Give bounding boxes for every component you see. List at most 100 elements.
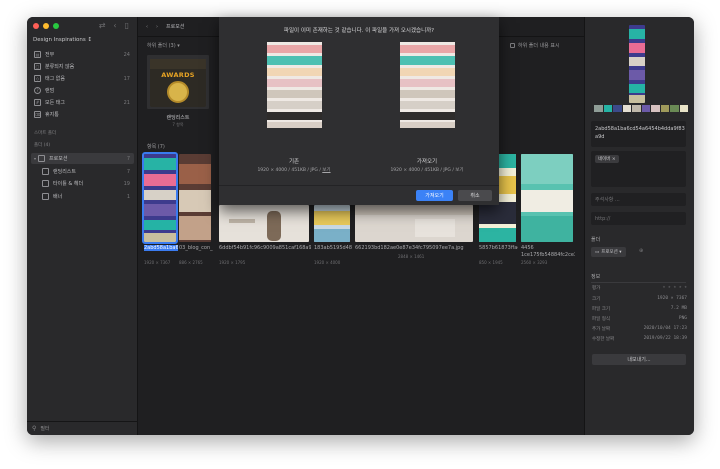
info-value: 1920 × 7367 <box>657 296 687 301</box>
notes-field[interactable]: 주석사항 ... <box>591 193 686 206</box>
palette-swatch[interactable] <box>670 105 679 112</box>
sidebar-item-all-tags[interactable]: # 모든 태그 21 <box>31 97 134 108</box>
info-row-rating: 평가 ★ ★ ★ ★ ★ <box>592 285 687 291</box>
info-value: PNG <box>678 316 687 321</box>
item-name-1[interactable]: 2abd58a1ba6cd5... <box>144 245 178 251</box>
folder-heading[interactable]: 폴더 (4) <box>34 142 50 148</box>
palette-swatch[interactable] <box>632 105 641 112</box>
sidebar: ⇄ ‹ ▯ Design Inspirations ↕ ▤ 전부 24 ▢ 분류… <box>27 17 138 435</box>
sidebar-tools: ⇄ ‹ ▯ <box>99 21 129 30</box>
import-file-preview[interactable] <box>400 42 455 128</box>
info-key: 추가 날짜 <box>592 327 610 332</box>
item-thumbnail-5[interactable] <box>355 205 473 242</box>
palette-swatch[interactable] <box>594 105 603 112</box>
sidebar-item-count: 17 <box>123 75 130 82</box>
sidebar-item-unsorted[interactable]: ▢ 분류되지 않음 <box>31 61 134 72</box>
item-name-6[interactable]: 5857b61873ffaea479ddd... <box>479 245 518 252</box>
breadcrumb[interactable]: 프로모션 <box>166 23 184 30</box>
chevron-down-icon[interactable]: ▾ <box>34 156 36 161</box>
inspector-preview[interactable] <box>629 25 645 103</box>
sidebar-item-label: 프로모션 <box>49 156 68 162</box>
smart-folder-heading[interactable]: 스마트 폴더 <box>34 130 56 136</box>
close-window-button[interactable] <box>33 23 39 29</box>
file-name-field[interactable]: 2abd58a1ba6cd54a6454b4dda9f83a9d <box>591 121 686 147</box>
sidebar-item-count: 21 <box>123 99 130 106</box>
duplicate-file-dialog: 파일이 이미 존재하는 것 같습니다. 이 파일을 가져 오시겠습니까? 기존 … <box>219 17 499 205</box>
export-button[interactable]: 내보내기... <box>592 354 686 365</box>
item-name-7[interactable]: 4456 1ce175fb54884fc2ce3620154... <box>521 245 575 259</box>
folder-icon <box>42 180 49 187</box>
zoom-window-button[interactable] <box>53 23 59 29</box>
item-name-5[interactable]: 662193bd182ae0e87e34fc795097ee7a.jpg <box>355 245 475 251</box>
subfolder-card[interactable]: AWARDS <box>147 55 209 109</box>
all-icon: ▤ <box>34 51 41 58</box>
filter-placeholder: 필터 <box>40 426 50 432</box>
palette-swatch[interactable] <box>622 105 631 112</box>
item-thumbnail-7[interactable] <box>521 154 573 242</box>
existing-file-preview[interactable] <box>267 42 322 128</box>
sidebar-item-all[interactable]: ▤ 전부 24 <box>31 49 134 60</box>
sidebar-folder-promotion[interactable]: ▾ 프로모션 7 <box>31 153 134 164</box>
sidebar-folder-landing[interactable]: 랜딩리스트 7 <box>39 166 134 177</box>
show-subfolder-option[interactable]: 하위 폴더 내용 표시 <box>510 42 560 49</box>
import-label: 가져오기 <box>416 159 438 165</box>
library-switcher[interactable]: Design Inspirations ↕ <box>33 37 92 43</box>
checkbox[interactable] <box>510 43 515 48</box>
sidebar-folder-banner[interactable]: 배너 1 <box>39 191 134 202</box>
sidebar-item-untagged[interactable]: ◇ 태그 없음 17 <box>31 73 134 84</box>
sidebar-folder-title-header[interactable]: 타이틀 & 헤더 19 <box>39 178 134 189</box>
item-thumbnail-4[interactable] <box>314 205 350 242</box>
folder-select[interactable]: ▭ 프로모션 ▾ <box>591 247 626 257</box>
rating-stars[interactable]: ★ ★ ★ ★ ★ <box>663 285 687 291</box>
info-row-file-type: 파일 형식 PNG <box>592 316 687 322</box>
minimize-window-button[interactable] <box>43 23 49 29</box>
sidebar-item-random[interactable]: ? 랜덤 <box>31 85 134 96</box>
sidebar-item-label: 모든 태그 <box>45 100 65 106</box>
divider <box>591 282 686 283</box>
item-dims-5: 2848 × 1461 <box>398 254 425 259</box>
item-name-3[interactable]: 6ddbf54b91fc96c9009a851caf168a9d.jpg <box>219 245 311 252</box>
sidebar-item-label: 분류되지 않음 <box>45 64 75 70</box>
window-controls <box>33 23 59 29</box>
info-key: 파일 크기 <box>592 307 610 312</box>
subfolder-heading[interactable]: 하위 폴더 (3) ▾ <box>147 42 180 49</box>
url-field[interactable]: http:// <box>591 212 686 225</box>
forward-nav-icon[interactable]: › <box>156 24 158 30</box>
sidebar-item-count: 24 <box>123 51 130 58</box>
palette-swatch[interactable] <box>613 105 622 112</box>
item-thumbnail-1[interactable] <box>142 152 178 244</box>
item-thumbnail-2[interactable] <box>179 154 211 242</box>
tags-field[interactable]: 네이버 × <box>591 151 686 187</box>
info-key: 파일 형식 <box>592 317 610 322</box>
item-name-2[interactable]: 03_blog_con_886xfree... <box>179 245 213 251</box>
info-value: 2019/09/22 18:39 <box>643 336 687 341</box>
cancel-button[interactable]: 취소 <box>458 190 492 201</box>
back-nav-icon[interactable]: ‹ <box>146 24 148 30</box>
info-heading: 정보 <box>591 274 601 280</box>
tag-icon: # <box>34 99 41 106</box>
sidebar-item-trash[interactable]: ⌫ 휴지통 <box>31 109 134 120</box>
sidebar-toggle-icon[interactable]: ▯ <box>125 21 129 30</box>
sidebar-item-count: 19 <box>123 180 130 187</box>
untagged-icon: ◇ <box>34 75 41 82</box>
sidebar-item-label: 랜덤 <box>45 88 55 94</box>
palette-swatch[interactable] <box>651 105 660 112</box>
view-existing-link[interactable]: 보기 <box>322 168 330 173</box>
item-dims-1: 1920 × 7367 <box>144 260 171 265</box>
palette-swatch[interactable] <box>641 105 650 112</box>
sidebar-item-count: 1 <box>126 193 130 200</box>
add-icon[interactable]: ⊕ <box>639 248 643 254</box>
import-confirm-button[interactable]: 가져오기 <box>416 190 453 201</box>
info-value: 7.2 MB <box>670 306 687 311</box>
tag-chip[interactable]: 네이버 × <box>595 155 619 163</box>
sidebar-filter[interactable]: ⚲ 필터 <box>27 421 138 435</box>
info-row-dimensions: 크기 1920 × 7367 <box>592 296 687 302</box>
back-icon[interactable]: ‹ <box>113 21 116 30</box>
random-icon: ? <box>34 87 41 94</box>
item-thumbnail-3[interactable] <box>219 205 309 242</box>
palette-swatch[interactable] <box>679 105 688 112</box>
item-name-4[interactable]: 183ab5195d48202539f... <box>314 245 352 252</box>
palette-swatch[interactable] <box>603 105 612 112</box>
palette-swatch[interactable] <box>660 105 669 112</box>
sync-icon[interactable]: ⇄ <box>99 21 106 30</box>
